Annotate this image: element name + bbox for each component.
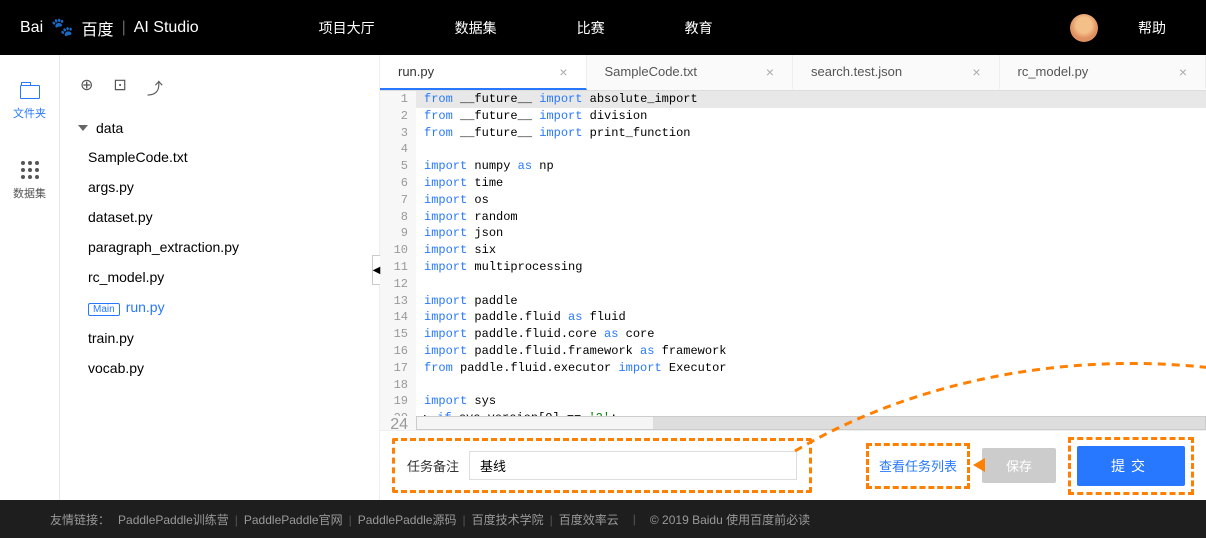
editor-tab[interactable]: SampleCode.txt× xyxy=(587,55,794,90)
tree-file[interactable]: Mainrun.py xyxy=(70,292,369,323)
logo-cn: 百度 xyxy=(82,16,114,40)
close-icon[interactable]: × xyxy=(972,64,980,80)
view-tasks-group: 查看任务列表 xyxy=(866,443,970,489)
avatar[interactable] xyxy=(1070,14,1098,42)
close-icon[interactable]: × xyxy=(1179,64,1187,80)
nav-projects[interactable]: 项目大厅 xyxy=(319,18,375,38)
footer-link[interactable]: PaddlePaddle源码 xyxy=(358,513,457,527)
tree-folder-data[interactable]: data xyxy=(70,114,369,142)
editor-tab[interactable]: run.py× xyxy=(380,55,587,90)
paw-icon: 🐾 xyxy=(51,17,73,38)
close-icon[interactable]: × xyxy=(559,64,567,80)
caret-icon xyxy=(78,125,88,131)
task-bottom-bar: 任务备注 查看任务列表 保存 提交 xyxy=(380,430,1206,500)
task-note-group: 任务备注 xyxy=(392,438,812,493)
horizontal-scrollbar-row: 24 xyxy=(380,416,1206,430)
top-nav: 项目大厅 数据集 比赛 教育 xyxy=(319,18,1030,38)
footer-link[interactable]: PaddlePaddle训练营 xyxy=(118,513,229,527)
editor-tabs: run.py×SampleCode.txt×search.test.json×r… xyxy=(380,55,1206,91)
footer-link[interactable]: PaddlePaddle官网 xyxy=(244,513,343,527)
editor-area: ◀ run.py×SampleCode.txt×search.test.json… xyxy=(380,55,1206,500)
rail-files[interactable]: 文件夹 xyxy=(13,85,46,121)
top-header: Bai🐾百度 | AI Studio 项目大厅 数据集 比赛 教育 帮助 xyxy=(0,0,1206,55)
close-icon[interactable]: × xyxy=(766,64,774,80)
tree-file[interactable]: rc_model.py xyxy=(70,262,369,292)
new-folder-icon[interactable]: ⊡ xyxy=(113,75,126,99)
tree-file[interactable]: dataset.py xyxy=(70,202,369,232)
main-badge: Main xyxy=(88,303,120,316)
left-rail: 文件夹 数据集 xyxy=(0,55,60,500)
logo[interactable]: Bai🐾百度 | AI Studio xyxy=(20,16,199,40)
collapse-sidebar-handle[interactable]: ◀ xyxy=(372,255,380,285)
view-task-list-link[interactable]: 查看任务列表 xyxy=(873,459,963,474)
help-link[interactable]: 帮助 xyxy=(1138,18,1166,38)
horizontal-scrollbar[interactable] xyxy=(416,416,1206,430)
nav-education[interactable]: 教育 xyxy=(685,18,713,38)
logo-prefix: Bai xyxy=(20,19,43,37)
nav-datasets[interactable]: 数据集 xyxy=(455,18,497,38)
task-note-input[interactable] xyxy=(469,451,797,480)
folder-icon xyxy=(20,85,40,99)
footer-copyright: © 2019 Baidu 使用百度前必读 xyxy=(650,511,810,528)
grid-icon xyxy=(21,161,39,179)
tree-file[interactable]: vocab.py xyxy=(70,353,369,383)
nav-competitions[interactable]: 比赛 xyxy=(577,18,605,38)
submit-group: 提交 xyxy=(1068,437,1194,495)
footer-link[interactable]: 百度技术学院 xyxy=(472,513,544,527)
file-toolbar: ⊕ ⊡ ⤴ xyxy=(70,75,369,99)
tree-file[interactable]: args.py xyxy=(70,172,369,202)
arrow-head-icon xyxy=(973,458,985,472)
save-button[interactable]: 保存 xyxy=(982,448,1056,483)
editor-tab[interactable]: search.test.json× xyxy=(793,55,1000,90)
page-footer: 友情链接： PaddlePaddle训练营|PaddlePaddle官网|Pad… xyxy=(0,500,1206,538)
rail-dataset[interactable]: 数据集 xyxy=(13,161,46,201)
submit-button[interactable]: 提交 xyxy=(1077,446,1185,486)
tree-file[interactable]: paragraph_extraction.py xyxy=(70,232,369,262)
tree-file[interactable]: SampleCode.txt xyxy=(70,142,369,172)
code-editor[interactable]: 1from __future__ import absolute_import2… xyxy=(380,91,1206,416)
footer-prefix: 友情链接： xyxy=(50,511,110,528)
file-sidebar: ⊕ ⊡ ⤴ data SampleCode.txtargs.pydataset.… xyxy=(60,55,380,500)
task-note-label: 任务备注 xyxy=(407,456,459,475)
tree-file[interactable]: train.py xyxy=(70,323,369,353)
new-file-icon[interactable]: ⊕ xyxy=(80,75,93,99)
file-tree: data SampleCode.txtargs.pydataset.pypara… xyxy=(70,114,369,383)
logo-suffix: AI Studio xyxy=(134,19,199,37)
footer-link[interactable]: 百度效率云 xyxy=(559,513,619,527)
upload-icon[interactable]: ⤴ xyxy=(147,75,163,99)
editor-tab[interactable]: rc_model.py× xyxy=(1000,55,1206,90)
